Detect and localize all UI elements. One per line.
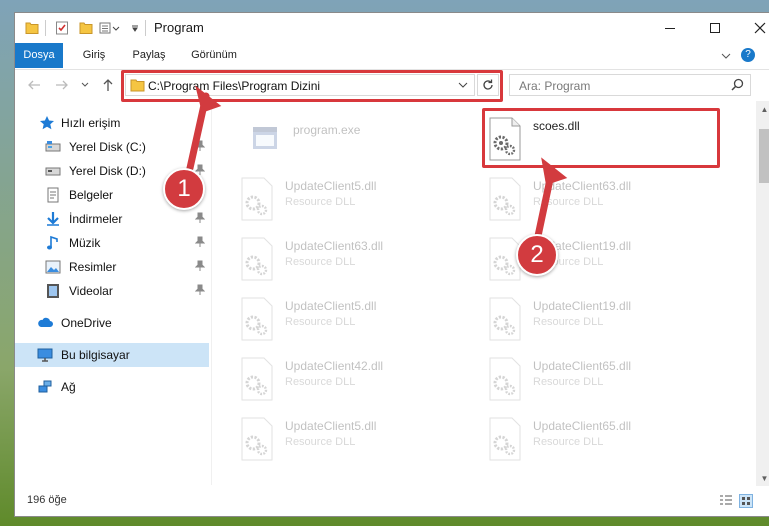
callout-badge-1: 1 — [163, 168, 205, 210]
annotation-arrows — [186, 85, 568, 240]
callout-badge-2: 2 — [516, 234, 558, 276]
arrow-2-head — [541, 157, 568, 185]
arrow-1-head — [195, 85, 222, 113]
